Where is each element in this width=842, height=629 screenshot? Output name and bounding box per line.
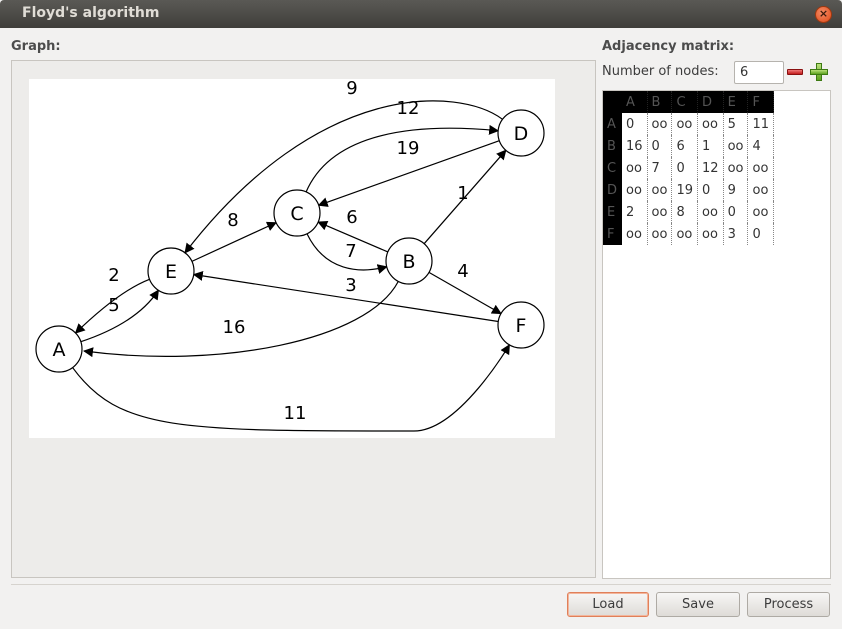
matrix-cell[interactable]: 0 xyxy=(671,157,699,179)
matrix-cell[interactable]: 7 xyxy=(647,157,673,179)
matrix-cell[interactable]: oo xyxy=(647,179,673,201)
matrix-row-header: D xyxy=(603,179,622,201)
graph-drawing: 51116614712199283 ABCDEF xyxy=(35,79,545,432)
graph-node-label: C xyxy=(290,203,303,225)
graph-edge-weight: 6 xyxy=(346,207,357,228)
graph-node-label: D xyxy=(514,123,529,145)
adjacency-matrix-panel: ABCDEF A 0 oo oo oo 5 11 B 16 0 6 1 oo 4 Coo 7 0 12 oo oo Do… xyxy=(602,90,831,579)
nodes-count-input[interactable] xyxy=(734,61,784,84)
close-icon[interactable]: × xyxy=(815,6,832,23)
save-button[interactable]: Save xyxy=(656,592,740,617)
matrix-cell[interactable]: oo xyxy=(747,179,775,201)
matrix-cell[interactable]: oo xyxy=(697,113,724,135)
graph-edge-weight: 16 xyxy=(223,317,246,338)
matrix-column-header: F xyxy=(747,91,775,113)
matrix-row-header: C xyxy=(603,157,622,179)
matrix-cell[interactable]: 1 xyxy=(697,135,724,157)
matrix-cell[interactable]: 8 xyxy=(671,201,699,223)
matrix-row: B 16 0 6 1 oo 4 xyxy=(603,135,775,157)
process-button[interactable]: Process xyxy=(747,592,830,617)
graph-edge-weight: 11 xyxy=(284,403,307,424)
graph-edge-weight: 7 xyxy=(345,241,356,262)
matrix-cell[interactable]: oo xyxy=(671,223,699,245)
matrix-cell[interactable]: oo xyxy=(723,135,749,157)
graph-edge-weight: 5 xyxy=(108,295,119,316)
load-button[interactable]: Load xyxy=(567,592,649,617)
matrix-cell[interactable]: 0 xyxy=(622,113,648,135)
graph-edge-weight: 1 xyxy=(457,183,468,204)
matrix-cell[interactable]: oo xyxy=(723,157,749,179)
matrix-cell[interactable]: oo xyxy=(697,201,724,223)
matrix-row-header: B xyxy=(603,135,622,157)
matrix-cell[interactable]: 5 xyxy=(723,113,749,135)
matrix-cell[interactable]: 0 xyxy=(697,179,724,201)
graph-edge-weight: 9 xyxy=(346,79,357,99)
matrix-cell[interactable]: oo xyxy=(622,157,648,179)
matrix-row-header: A xyxy=(603,113,622,135)
matrix-cell[interactable]: oo xyxy=(671,113,699,135)
matrix-cell[interactable]: oo xyxy=(647,201,673,223)
graph-edge-weight: 19 xyxy=(397,138,420,159)
matrix-cell[interactable]: 2 xyxy=(622,201,648,223)
matrix-cell[interactable]: 19 xyxy=(671,179,699,201)
graph-canvas: 5 11 16 6 1 4 7 12 19 9 2 8 3 ABCDEF xyxy=(29,79,555,438)
matrix-label: Adjacency matrix: xyxy=(602,39,735,54)
graph-node-label: E xyxy=(165,261,177,283)
bottom-separator xyxy=(11,584,831,585)
matrix-cell[interactable]: 11 xyxy=(747,113,775,135)
matrix-cell[interactable]: oo xyxy=(647,113,673,135)
matrix-cell[interactable]: oo xyxy=(647,223,673,245)
matrix-cell[interactable]: 12 xyxy=(697,157,724,179)
matrix-cell[interactable]: oo xyxy=(697,223,724,245)
matrix-column-header: E xyxy=(723,91,749,113)
matrix-cell[interactable]: 9 xyxy=(723,179,749,201)
graph-edge-weight: 4 xyxy=(457,261,468,282)
graph-node-label: B xyxy=(402,251,415,273)
matrix-cell[interactable]: 16 xyxy=(622,135,648,157)
matrix-cell[interactable]: 4 xyxy=(747,135,775,157)
matrix-cell[interactable]: oo xyxy=(747,157,775,179)
matrix-row-header: E xyxy=(603,201,622,223)
matrix-cell[interactable]: 0 xyxy=(723,201,749,223)
matrix-corner xyxy=(603,91,622,113)
window-title: Floyd's algorithm xyxy=(22,5,160,21)
plus-icon[interactable] xyxy=(809,62,829,82)
matrix-row: E 2 oo 8 oo 0 oo xyxy=(603,201,775,223)
title-bar: Floyd's algorithm × xyxy=(0,0,842,28)
matrix-cell[interactable]: 0 xyxy=(647,135,673,157)
matrix-row-header: F xyxy=(603,223,622,245)
matrix-cell[interactable]: oo xyxy=(622,179,648,201)
adjacency-matrix-table: ABCDEF A 0 oo oo oo 5 11 B 16 0 6 1 oo 4 Coo 7 0 12 oo oo Do… xyxy=(603,91,775,245)
matrix-cell[interactable]: 0 xyxy=(747,223,775,245)
matrix-cell[interactable]: 6 xyxy=(671,135,699,157)
matrix-row: Foo oo oo oo 3 0 xyxy=(603,223,775,245)
matrix-cell[interactable]: oo xyxy=(622,223,648,245)
matrix-column-header: A xyxy=(622,91,648,113)
graph-label: Graph: xyxy=(11,39,61,54)
minus-icon[interactable] xyxy=(786,65,804,79)
matrix-row: Coo 7 0 12 oo oo xyxy=(603,157,775,179)
graph-edge-weight: 2 xyxy=(108,265,119,286)
matrix-column-header: C xyxy=(671,91,699,113)
matrix-row: Doo oo 19 0 9 oo xyxy=(603,179,775,201)
matrix-cell[interactable]: oo xyxy=(747,201,775,223)
matrix-row: A 0 oo oo oo 5 11 xyxy=(603,113,775,135)
graph-edge-weight: 3 xyxy=(345,275,356,296)
nodes-count-label: Number of nodes: xyxy=(602,64,719,79)
graph-node-label: F xyxy=(516,315,527,337)
matrix-column-header: D xyxy=(697,91,724,113)
graph-node-label: A xyxy=(53,339,66,361)
graph-edge-weight: 8 xyxy=(227,210,238,231)
matrix-cell[interactable]: 3 xyxy=(723,223,749,245)
matrix-column-header: B xyxy=(647,91,673,113)
